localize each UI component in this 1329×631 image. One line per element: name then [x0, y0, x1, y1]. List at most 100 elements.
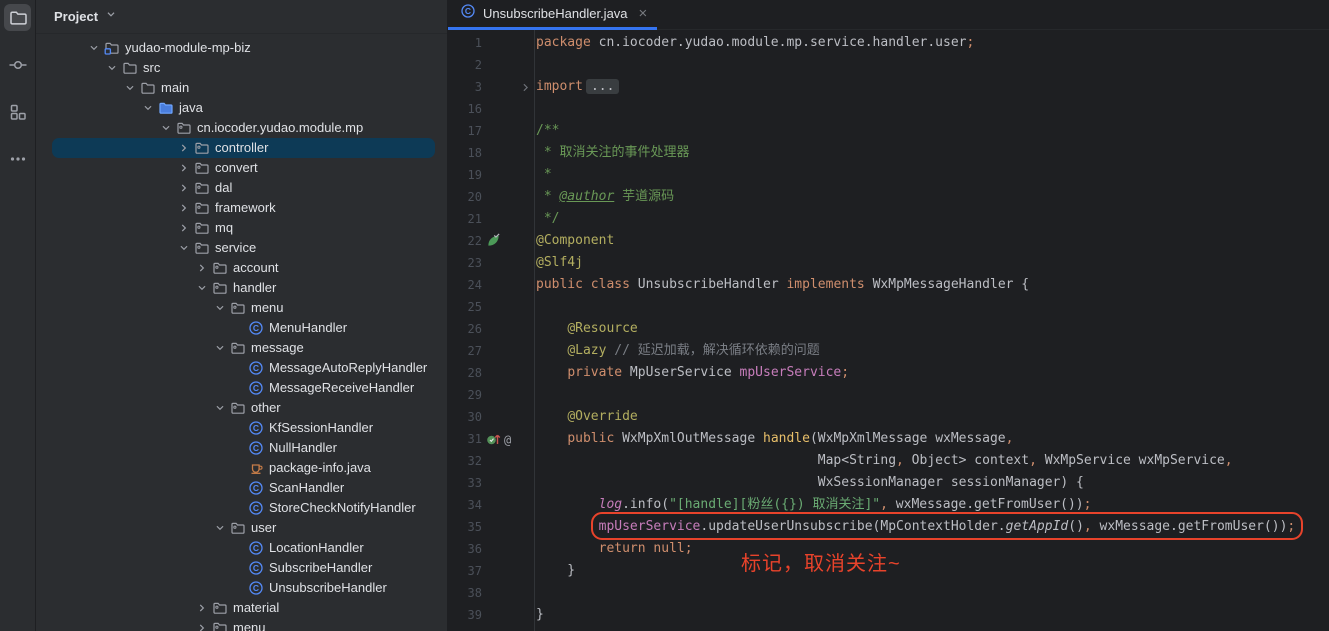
code-text[interactable]: public WxMpXmlOutMessage handle(WxMpXmlM…	[534, 428, 1013, 450]
code-line-29[interactable]: 29	[448, 384, 1329, 406]
code-line-28[interactable]: 28 private MpUserService mpUserService;	[448, 362, 1329, 384]
line-number[interactable]: 36	[448, 538, 482, 560]
line-number[interactable]: 30	[448, 406, 482, 428]
code-line-39[interactable]: 39}	[448, 604, 1329, 626]
code-line-31[interactable]: 31@ public WxMpXmlOutMessage handle(WxMp…	[448, 428, 1329, 450]
chevron-right-icon[interactable]	[194, 600, 210, 616]
line-number[interactable]: 17	[448, 120, 482, 142]
tree-item-account[interactable]: account	[52, 258, 435, 278]
line-number[interactable]: 33	[448, 472, 482, 494]
project-folder-icon[interactable]	[4, 4, 31, 31]
tree-item-messagereceivehandler[interactable]: CMessageReceiveHandler	[52, 378, 435, 398]
code-text[interactable]: import...	[534, 76, 619, 98]
line-number[interactable]: 29	[448, 384, 482, 406]
chevron-right-icon[interactable]	[194, 260, 210, 276]
code-text[interactable]: mpUserService.updateUserUnsubscribe(MpCo…	[534, 516, 1295, 538]
chevron-down-icon[interactable]	[212, 300, 228, 316]
chevron-down-icon[interactable]	[176, 240, 192, 256]
code-text[interactable]: /**	[534, 120, 559, 142]
tree-item-kfsessionhandler[interactable]: CKfSessionHandler	[52, 418, 435, 438]
code-text[interactable]: @Override	[534, 406, 638, 428]
code-line-26[interactable]: 26 @Resource	[448, 318, 1329, 340]
chevron-right-icon[interactable]	[176, 140, 192, 156]
code-line-27[interactable]: 27 @Lazy // 延迟加载，解决循环依赖的问题	[448, 340, 1329, 362]
code-text[interactable]: public class UnsubscribeHandler implemen…	[534, 274, 1029, 296]
line-number[interactable]: 16	[448, 98, 482, 120]
line-number[interactable]: 27	[448, 340, 482, 362]
code-line-20[interactable]: 20 * @author 芋道源码	[448, 186, 1329, 208]
code-text[interactable]: }	[534, 604, 544, 626]
chevron-right-icon[interactable]	[176, 200, 192, 216]
code-text[interactable]: *	[534, 164, 552, 186]
commit-icon[interactable]	[4, 51, 31, 78]
code-text[interactable]: log.info("[handle][粉丝({}) 取消关注]", wxMess…	[534, 494, 1091, 516]
code-line-16[interactable]: 16	[448, 98, 1329, 120]
tree-item-other[interactable]: other	[52, 398, 435, 418]
tree-item-main[interactable]: main	[52, 78, 435, 98]
structure-icon[interactable]	[4, 98, 31, 125]
chevron-down-icon[interactable]	[212, 400, 228, 416]
chevron-down-icon[interactable]	[140, 100, 156, 116]
tree-item-user[interactable]: user	[52, 518, 435, 538]
code-text[interactable]: WxSessionManager sessionManager) {	[534, 472, 1084, 494]
code-text[interactable]: @Slf4j	[534, 252, 583, 274]
code-line-19[interactable]: 19 *	[448, 164, 1329, 186]
line-number[interactable]: 26	[448, 318, 482, 340]
line-number[interactable]: 1	[448, 32, 482, 54]
line-number[interactable]: 20	[448, 186, 482, 208]
chevron-down-icon[interactable]	[212, 520, 228, 536]
chevron-right-icon[interactable]	[176, 180, 192, 196]
chevron-down-icon[interactable]	[158, 120, 174, 136]
more-icon[interactable]	[4, 145, 31, 172]
code-line-3[interactable]: 3import...	[448, 76, 1329, 98]
tree-item-mq[interactable]: mq	[52, 218, 435, 238]
line-number[interactable]: 25	[448, 296, 482, 318]
line-number[interactable]: 23	[448, 252, 482, 274]
line-number[interactable]: 19	[448, 164, 482, 186]
line-number[interactable]: 35	[448, 516, 482, 538]
tree-item-yudao-module-mp-biz[interactable]: yudao-module-mp-biz	[52, 38, 435, 58]
code-text[interactable]: * 取消关注的事件处理器	[534, 142, 689, 164]
chevron-down-icon[interactable]	[194, 280, 210, 296]
code-text[interactable]: */	[534, 208, 559, 230]
chevron-right-icon[interactable]	[176, 160, 192, 176]
code-editor[interactable]: 1package cn.iocoder.yudao.module.mp.serv…	[448, 30, 1329, 631]
chevron-right-icon[interactable]	[194, 620, 210, 631]
tree-item-service[interactable]: service	[52, 238, 435, 258]
code-text[interactable]: }	[534, 560, 575, 582]
code-line-33[interactable]: 33 WxSessionManager sessionManager) {	[448, 472, 1329, 494]
code-line-21[interactable]: 21 */	[448, 208, 1329, 230]
code-line-35[interactable]: 35 mpUserService.updateUserUnsubscribe(M…	[448, 516, 1329, 538]
chevron-down-icon[interactable]	[86, 40, 102, 56]
project-panel-header[interactable]: Project	[36, 0, 447, 34]
tree-item-menu[interactable]: menu	[52, 618, 435, 631]
code-text[interactable]: * @author 芋道源码	[534, 186, 674, 208]
line-number[interactable]: 39	[448, 604, 482, 626]
tree-item-unsubscribehandler[interactable]: CUnsubscribeHandler	[52, 578, 435, 598]
code-line-24[interactable]: 24public class UnsubscribeHandler implem…	[448, 274, 1329, 296]
tree-item-java[interactable]: java	[52, 98, 435, 118]
code-line-25[interactable]: 25	[448, 296, 1329, 318]
tree-item-material[interactable]: material	[52, 598, 435, 618]
code-line-1[interactable]: 1package cn.iocoder.yudao.module.mp.serv…	[448, 32, 1329, 54]
line-number[interactable]: 2	[448, 54, 482, 76]
code-line-23[interactable]: 23 @Slf4j	[448, 252, 1329, 274]
tree-item-nullhandler[interactable]: CNullHandler	[52, 438, 435, 458]
line-number[interactable]: 28	[448, 362, 482, 384]
tree-item-convert[interactable]: convert	[52, 158, 435, 178]
chevron-right-icon[interactable]	[176, 220, 192, 236]
line-number[interactable]: 31	[448, 428, 482, 450]
tab-unsubscribehandler[interactable]: C UnsubscribeHandler.java ×	[448, 0, 657, 30]
code-text[interactable]: @Lazy // 延迟加载，解决循环依赖的问题	[534, 340, 820, 362]
code-line-30[interactable]: 30 @Override	[448, 406, 1329, 428]
line-number[interactable]: 37	[448, 560, 482, 582]
code-text[interactable]: private MpUserService mpUserService;	[534, 362, 849, 384]
code-text[interactable]: Map<String, Object> context, WxMpService…	[534, 450, 1233, 472]
line-number[interactable]: 32	[448, 450, 482, 472]
tree-item-storechecknotifyhandler[interactable]: CStoreCheckNotifyHandler	[52, 498, 435, 518]
chevron-down-icon[interactable]	[122, 80, 138, 96]
code-line-18[interactable]: 18 * 取消关注的事件处理器	[448, 142, 1329, 164]
code-line-17[interactable]: 17 /**	[448, 120, 1329, 142]
code-text[interactable]: return null;	[534, 538, 693, 560]
chevron-down-icon[interactable]	[212, 340, 228, 356]
